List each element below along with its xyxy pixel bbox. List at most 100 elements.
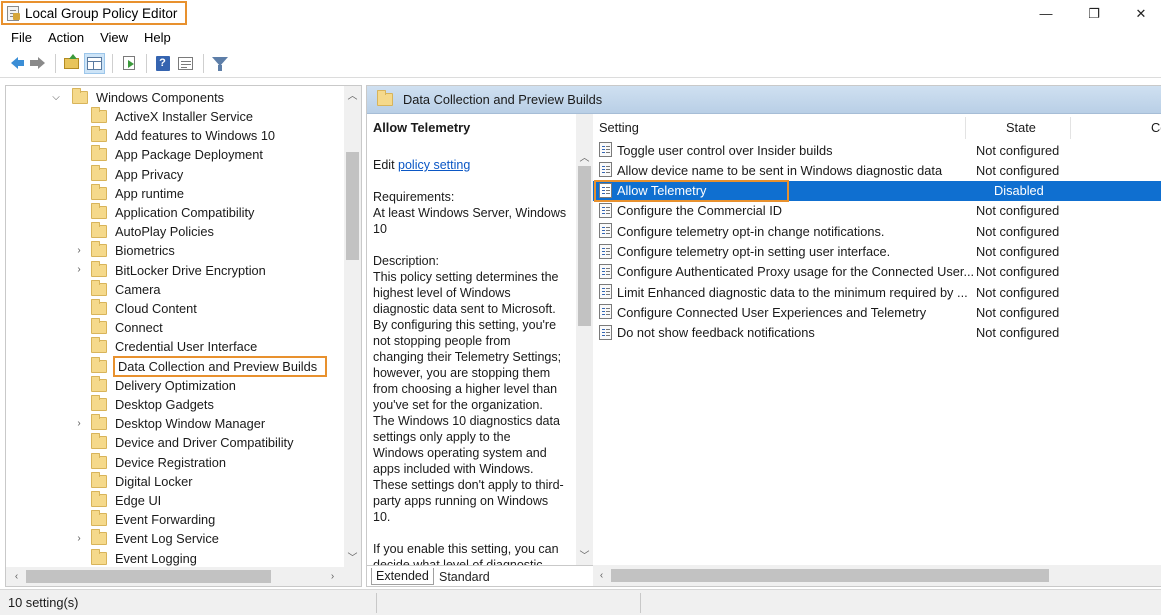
scroll-thumb[interactable]	[578, 166, 591, 326]
tree-node[interactable]: Credential User Interface	[76, 337, 257, 356]
description-line: settings only apply to the	[373, 430, 511, 444]
tree-node[interactable]: AutoPlay Policies	[76, 222, 214, 241]
toolbar-divider	[112, 53, 113, 73]
policy-row[interactable]: Allow Telemetry Disabled	[593, 179, 1161, 202]
tree-node[interactable]: › BitLocker Drive Encryption	[74, 260, 266, 280]
folder-icon	[91, 548, 107, 565]
policy-row[interactable]: Configure telemetry opt-in change notifi…	[593, 221, 1161, 241]
column-divider[interactable]	[965, 117, 966, 139]
scroll-left-icon[interactable]: ‹	[8, 568, 25, 585]
chevron-right-icon[interactable]: ›	[74, 418, 84, 429]
policy-row[interactable]: Allow device name to be sent in Windows …	[593, 160, 1161, 180]
tree-node[interactable]: Event Logging	[76, 548, 197, 568]
tree-node[interactable]: Delivery Optimization	[76, 375, 236, 395]
column-header-comment[interactable]: Co	[1151, 114, 1161, 141]
menu-file[interactable]: File	[3, 30, 40, 45]
help-button[interactable]: ?	[152, 53, 173, 74]
tree-node[interactable]: › Biometrics	[76, 241, 175, 260]
tree-node[interactable]: Application Compatibility	[76, 203, 254, 222]
menu-view[interactable]: View	[92, 30, 136, 45]
scroll-up-icon[interactable]: ︿	[576, 148, 593, 165]
tree-node[interactable]: Device Registration	[76, 452, 226, 472]
policy-row[interactable]: Configure telemetry opt-in setting user …	[593, 242, 1161, 262]
description-line: changing their Telemetry Settings;	[373, 350, 562, 364]
column-divider[interactable]	[1070, 117, 1071, 139]
tree-node-label: Device and Driver Compatibility	[115, 435, 294, 451]
tree-node-label: BitLocker Drive Encryption	[115, 262, 266, 278]
list-horizontal-scrollbar[interactable]: ‹	[593, 565, 1161, 586]
folder-icon	[91, 145, 107, 162]
tree-vertical-scrollbar[interactable]: ︿ ﹀	[344, 86, 361, 568]
tab-extended[interactable]: Extended	[371, 568, 434, 585]
chevron-right-icon[interactable]: ›	[74, 264, 84, 275]
scroll-up-icon[interactable]: ︿	[344, 86, 361, 103]
tree-node[interactable]: › Event Log Service	[76, 529, 219, 548]
policy-row[interactable]: Limit Enhanced diagnostic data to the mi…	[593, 282, 1161, 302]
description-line: By configuring this setting, you're	[373, 318, 557, 332]
tree-node[interactable]: Data Collection and Preview Builds	[76, 355, 328, 377]
tree-node[interactable]: App runtime	[76, 183, 184, 203]
menu-help[interactable]: Help	[136, 30, 179, 45]
forward-button[interactable]	[27, 53, 48, 74]
back-button[interactable]	[4, 53, 25, 74]
forward-icon	[30, 57, 45, 69]
back-icon	[11, 57, 24, 69]
scroll-left-icon[interactable]: ‹	[593, 567, 610, 584]
tree-node[interactable]: Add features to Windows 10	[76, 126, 275, 145]
tree-node-label: Event Log Service	[115, 531, 219, 547]
description-line	[373, 525, 587, 541]
description-scrollbar[interactable]: ︿ ﹀	[576, 114, 593, 565]
column-header-setting[interactable]: Setting	[599, 114, 639, 141]
tab-standard[interactable]: Standard	[435, 568, 494, 585]
scroll-down-icon[interactable]: ﹀	[576, 546, 593, 563]
export-list-icon	[122, 56, 135, 70]
filter-button[interactable]	[209, 53, 230, 74]
minimize-button[interactable]: —	[1023, 0, 1069, 27]
tree-node[interactable]: Desktop Gadgets	[76, 395, 214, 414]
maximize-button[interactable]: ❐	[1071, 0, 1117, 27]
chevron-down-icon[interactable]: ⌵	[51, 92, 61, 103]
description-line: This policy setting determines the	[373, 270, 559, 284]
tree-node[interactable]: App Privacy	[76, 164, 183, 184]
tree-node[interactable]: › Desktop Window Manager	[76, 414, 265, 433]
scroll-right-icon[interactable]: ›	[324, 568, 341, 585]
chevron-right-icon[interactable]: ›	[74, 245, 84, 256]
tree-node-label: Delivery Optimization	[115, 377, 236, 393]
policy-row[interactable]: Toggle user control over Insider builds N…	[593, 140, 1161, 160]
tree-horizontal-scrollbar[interactable]: ‹ ›	[6, 567, 361, 586]
close-button[interactable]: ✕	[1118, 0, 1161, 27]
scroll-thumb[interactable]	[611, 569, 1049, 582]
policy-row[interactable]: Configure Connected User Experiences and…	[593, 302, 1161, 322]
tree-node[interactable]: Connect	[76, 318, 163, 337]
column-header-state[interactable]: State	[1006, 114, 1036, 141]
edit-policy-setting-link[interactable]: policy setting	[398, 158, 470, 172]
policy-row[interactable]: Configure the Commercial ID Not configure…	[593, 201, 1161, 221]
tree-node[interactable]: Event Forwarding	[76, 510, 215, 529]
tree-node[interactable]: Digital Locker	[76, 471, 193, 491]
folder-icon	[91, 107, 107, 123]
policy-name: Configure telemetry opt-in change notifi…	[617, 223, 885, 239]
tree-node[interactable]: ActiveX Installer Service	[76, 107, 253, 126]
policy-row[interactable]: Configure Authenticated Proxy usage for …	[593, 262, 1161, 282]
tree-node-label: Desktop Gadgets	[115, 397, 214, 412]
up-one-level-button[interactable]	[61, 53, 82, 74]
show-hide-tree-button[interactable]	[84, 52, 105, 74]
navigation-tree[interactable]: ⌵ Windows Components ActiveX Installer S…	[5, 85, 362, 587]
chevron-right-icon[interactable]: ›	[74, 533, 84, 544]
tree-node[interactable]: Device and Driver Compatibility	[76, 433, 294, 452]
tree-node[interactable]: Edge UI	[76, 491, 161, 510]
policy-row[interactable]: Do not show feedback notifications Not co…	[593, 323, 1161, 343]
tree-node-label: Biometrics	[115, 243, 175, 259]
tree-node[interactable]: Cloud Content	[76, 299, 197, 318]
tree-node[interactable]: App Package Deployment	[76, 145, 263, 164]
export-list-button[interactable]	[118, 53, 139, 74]
menu-action[interactable]: Action	[40, 30, 92, 45]
tree-node-windows-components[interactable]: ⌵ Windows Components	[52, 88, 224, 107]
scroll-down-icon[interactable]: ﹀	[344, 548, 361, 565]
properties-button[interactable]	[175, 53, 196, 74]
tree-node-label: Digital Locker	[115, 473, 193, 489]
scroll-thumb[interactable]	[26, 570, 271, 583]
tree-node[interactable]: Camera	[76, 279, 161, 299]
policy-setting-icon	[599, 142, 612, 157]
scroll-thumb[interactable]	[346, 152, 359, 260]
